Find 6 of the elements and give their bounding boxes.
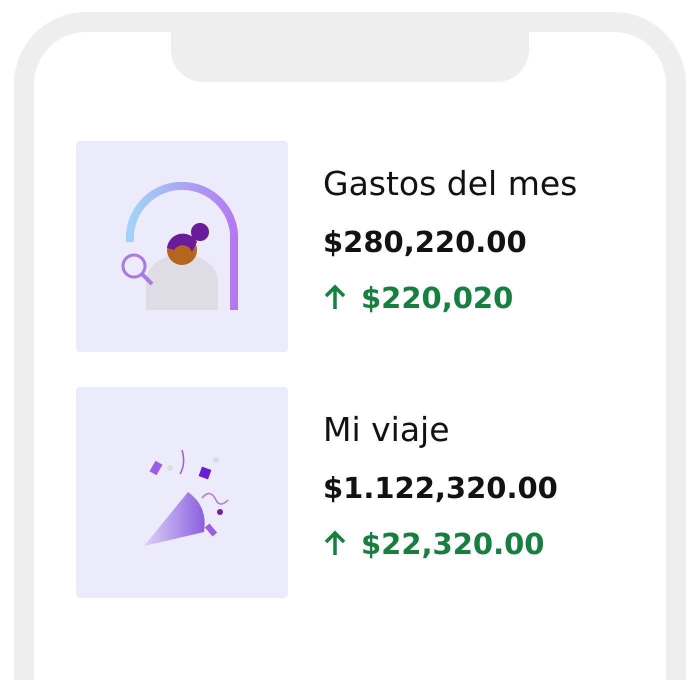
card-title: Gastos del mes bbox=[323, 163, 578, 205]
amount-text: $280,220.00 bbox=[323, 224, 528, 261]
amount-text: $1.122,320.00 bbox=[323, 470, 558, 507]
change-amount: $220,020 bbox=[361, 280, 514, 317]
card-title: Mi viaje bbox=[323, 409, 451, 451]
change-amount: $22,320.00 bbox=[361, 526, 544, 563]
